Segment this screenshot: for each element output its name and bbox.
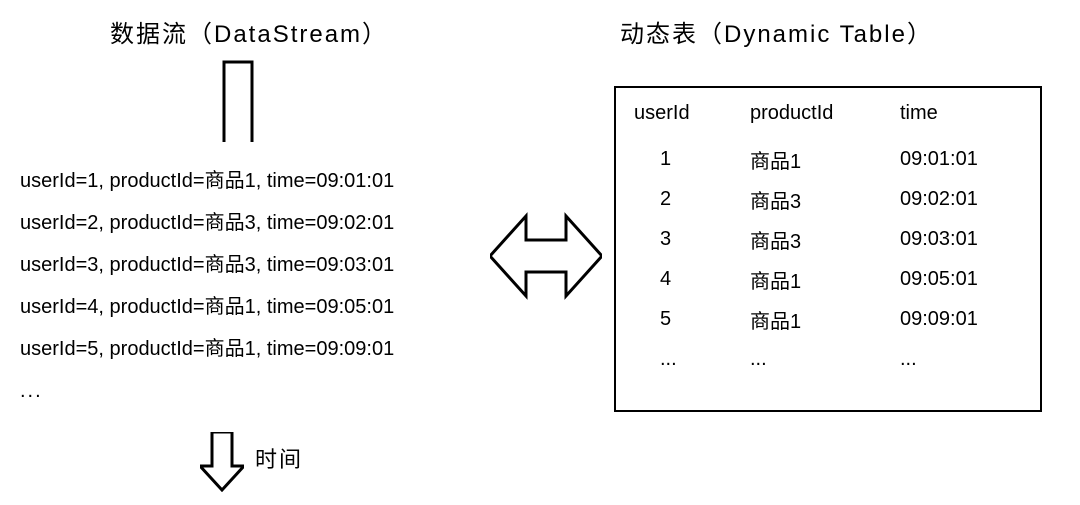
stream-key-productid: productId [110,170,193,192]
time-label: 时间 [255,442,303,474]
stream-title: 数据流（DataStream） [110,14,388,49]
stream-val-userid: 1 [87,170,98,192]
table-row: 4 商品1 09:05:01 [634,259,1022,299]
cell-time: 09:01:01 [900,139,1022,179]
cell-time: 09:03:01 [900,219,1022,259]
diagram-canvas: 数据流（DataStream） 动态表（Dynamic Table） userI… [0,0,1080,505]
stream-key-userid: userId [20,338,76,360]
stream-val-userid: 4 [87,296,98,318]
table-header-productid: productId [750,102,900,139]
arrow-stream-start-icon [220,58,256,144]
table-header-row: userId productId time [634,102,1022,139]
table-row: 2 商品3 09:02:01 [634,179,1022,219]
table-header-time: time [900,102,1022,139]
cell-time: 09:02:01 [900,179,1022,219]
stream-val-productid: 商品3 [205,254,256,276]
cell-ellipsis: ... [634,339,750,379]
stream-row: userId=3, productId=商品3, time=09:03:01 [20,244,394,286]
stream-row: userId=2, productId=商品3, time=09:02:01 [20,202,394,244]
stream-val-time: 09:01:01 [316,170,394,192]
cell-userid: 3 [634,219,750,259]
stream-val-userid: 5 [87,338,98,360]
stream-val-productid: 商品1 [205,338,256,360]
stream-row: userId=4, productId=商品1, time=09:05:01 [20,286,394,328]
stream-val-time: 09:05:01 [316,296,394,318]
table-row: 5 商品1 09:09:01 [634,299,1022,339]
cell-productid: 商品3 [750,179,900,219]
cell-productid: 商品1 [750,259,900,299]
cell-productid: 商品3 [750,219,900,259]
stream-key-userid: userId [20,296,76,318]
stream-ellipsis: ... [20,370,394,412]
cell-ellipsis: ... [750,339,900,379]
stream-key-productid: productId [110,296,193,318]
cell-productid: 商品1 [750,139,900,179]
stream-val-time: 09:09:01 [316,338,394,360]
cell-time: 09:05:01 [900,259,1022,299]
stream-key-time: time [267,170,305,192]
cell-ellipsis: ... [900,339,1022,379]
stream-val-userid: 2 [87,212,98,234]
stream-events: userId=1, productId=商品1, time=09:01:01 u… [20,160,394,412]
cell-userid: 2 [634,179,750,219]
cell-userid: 4 [634,259,750,299]
stream-key-userid: userId [20,212,76,234]
stream-val-time: 09:03:01 [316,254,394,276]
cell-productid: 商品1 [750,299,900,339]
stream-key-userid: userId [20,254,76,276]
stream-row: userId=1, productId=商品1, time=09:01:01 [20,160,394,202]
stream-key-time: time [267,296,305,318]
arrow-time-down-icon [200,432,244,492]
table-header-userid: userId [634,102,750,139]
stream-val-userid: 3 [87,254,98,276]
stream-key-productid: productId [110,254,193,276]
stream-key-time: time [267,254,305,276]
stream-row: userId=5, productId=商品1, time=09:09:01 [20,328,394,370]
table-row: 3 商品3 09:03:01 [634,219,1022,259]
table-ellipsis-row: ... ... ... [634,339,1022,379]
table-title: 动态表（Dynamic Table） [620,14,933,49]
stream-key-userid: userId [20,170,76,192]
stream-val-productid: 商品3 [205,212,256,234]
stream-key-time: time [267,212,305,234]
table-row: 1 商品1 09:01:01 [634,139,1022,179]
stream-val-productid: 商品1 [205,296,256,318]
stream-val-time: 09:02:01 [316,212,394,234]
stream-val-productid: 商品1 [205,170,256,192]
stream-key-productid: productId [110,338,193,360]
stream-key-time: time [267,338,305,360]
cell-userid: 1 [634,139,750,179]
stream-key-productid: productId [110,212,193,234]
dynamic-table: userId productId time 1 商品1 09:01:01 2 商… [614,86,1042,412]
cell-userid: 5 [634,299,750,339]
cell-time: 09:09:01 [900,299,1022,339]
arrow-bidirectional-icon [490,210,602,302]
